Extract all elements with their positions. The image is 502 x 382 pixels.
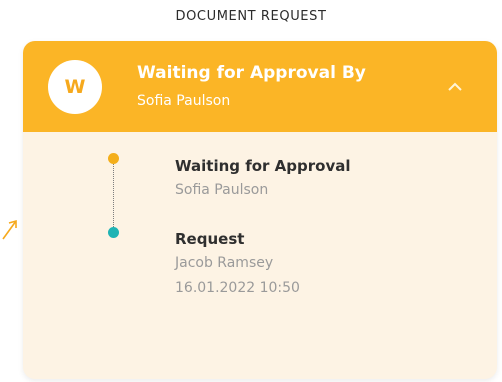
step-person-request: Jacob Ramsey	[175, 255, 274, 271]
document-request-card: W Waiting for Approval By Sofia Paulson …	[23, 41, 497, 379]
step-timestamp-request: 16.01.2022 10:50	[175, 280, 300, 296]
header-title: Waiting for Approval By	[137, 63, 366, 83]
timeline-dot-waiting	[108, 153, 119, 164]
timeline-connector	[113, 164, 114, 227]
step-person-waiting: Sofia Paulson	[175, 182, 269, 198]
timeline-dot-request	[108, 227, 119, 238]
header-subtitle: Sofia Paulson	[137, 93, 231, 109]
avatar: W	[48, 60, 102, 114]
arrow-icon	[2, 219, 17, 240]
section-title: DOCUMENT REQUEST	[175, 9, 327, 24]
step-title-request: Request	[175, 230, 245, 248]
step-title-waiting: Waiting for Approval	[175, 157, 351, 175]
card-header[interactable]: W Waiting for Approval By Sofia Paulson	[23, 41, 497, 132]
chevron-up-icon[interactable]	[443, 77, 467, 97]
